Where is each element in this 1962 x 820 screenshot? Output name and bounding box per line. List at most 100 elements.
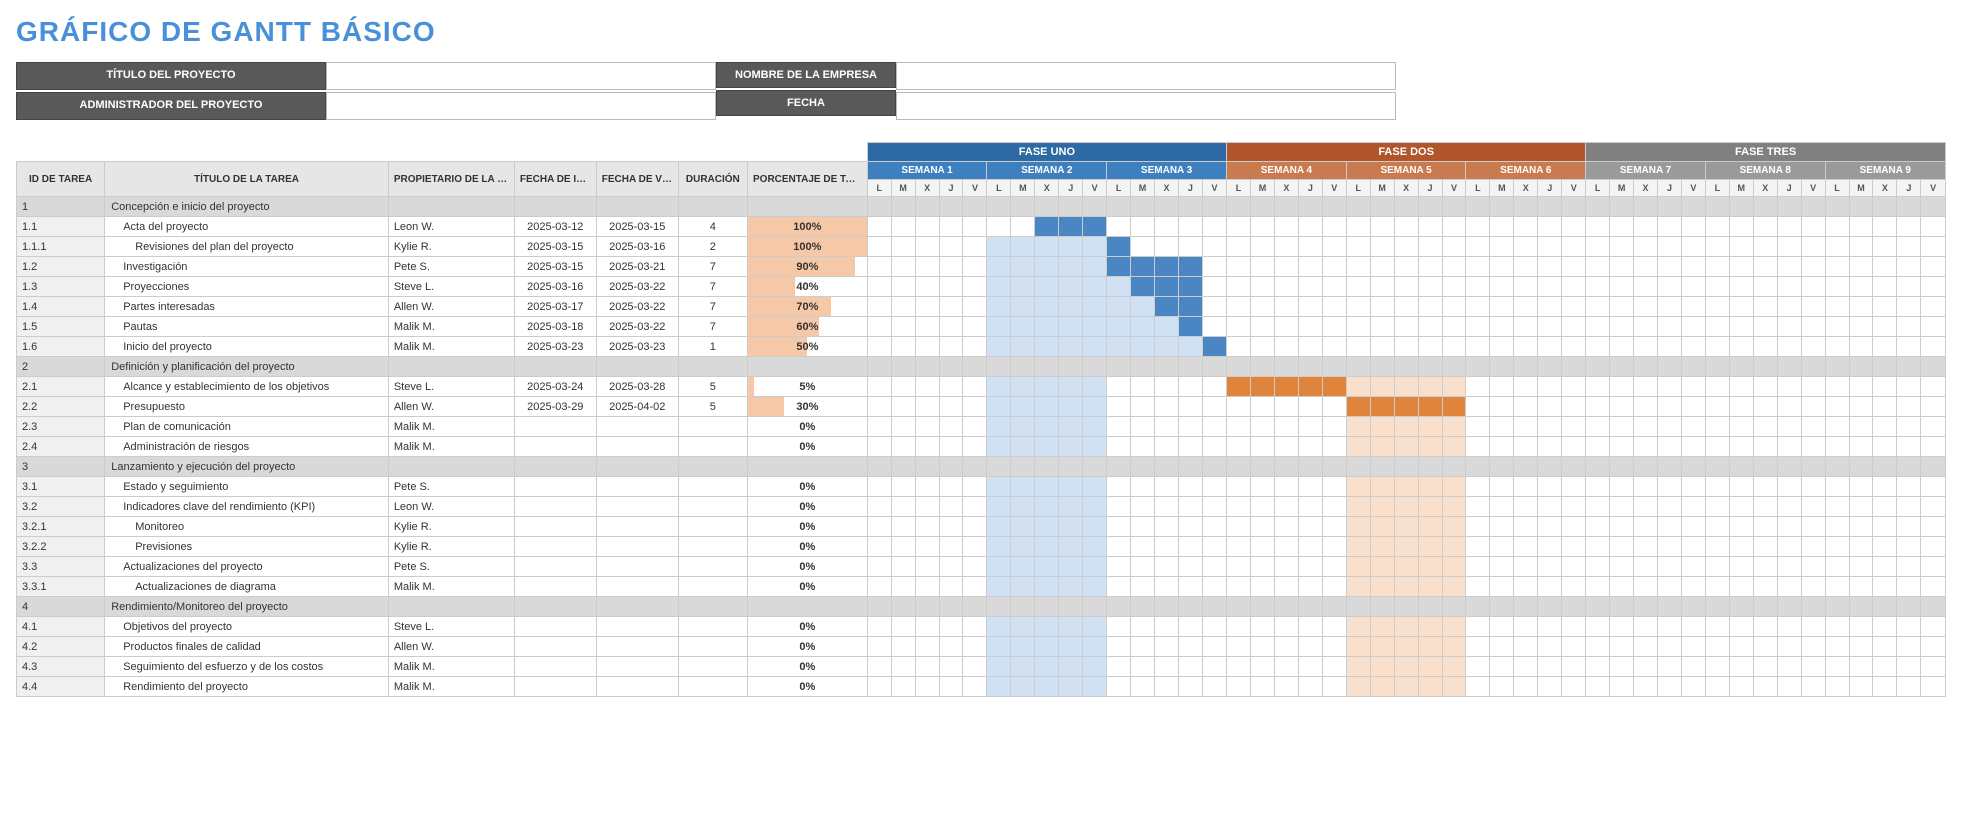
gantt-cell <box>1251 297 1275 317</box>
gantt-cell <box>1562 437 1586 457</box>
gantt-cell <box>1370 417 1394 437</box>
task-row[interactable]: 3.2.1MonitoreoKylie R.0% <box>17 517 1946 537</box>
date-input[interactable] <box>896 92 1396 120</box>
gantt-cell <box>1107 497 1131 517</box>
gantt-cell <box>867 517 891 537</box>
gantt-cell <box>1274 477 1298 497</box>
gantt-cell <box>1466 417 1490 437</box>
gantt-cell <box>1227 377 1251 397</box>
task-row[interactable]: 4.1Objetivos del proyectoSteve L.0% <box>17 617 1946 637</box>
gantt-cell <box>1514 257 1538 277</box>
gantt-cell <box>1777 237 1801 257</box>
gantt-cell <box>1131 417 1155 437</box>
gantt-cell <box>1514 497 1538 517</box>
gantt-cell <box>1370 657 1394 677</box>
gantt-cell <box>1418 517 1442 537</box>
gantt-cell <box>1202 537 1226 557</box>
gantt-cell <box>1083 497 1107 517</box>
task-row[interactable]: 1.5PautasMalik M.2025-03-182025-03-22760… <box>17 317 1946 337</box>
gantt-cell <box>1610 497 1634 517</box>
task-row[interactable]: 1.1Acta del proyectoLeon W.2025-03-12202… <box>17 217 1946 237</box>
task-row[interactable]: 3.3Actualizaciones del proyectoPete S.0% <box>17 557 1946 577</box>
gantt-cell <box>1777 677 1801 697</box>
section-row[interactable]: 4Rendimiento/Monitoreo del proyecto <box>17 597 1946 617</box>
task-row[interactable]: 1.4Partes interesadasAllen W.2025-03-172… <box>17 297 1946 317</box>
task-pct <box>748 597 868 617</box>
week-header: SEMANA 3 <box>1107 162 1227 180</box>
gantt-cell <box>1753 257 1777 277</box>
gantt-cell <box>1634 577 1658 597</box>
gantt-cell <box>1490 537 1514 557</box>
task-row[interactable]: 2.3Plan de comunicaciónMalik M.0% <box>17 417 1946 437</box>
task-row[interactable]: 4.4Rendimiento del proyectoMalik M.0% <box>17 677 1946 697</box>
gantt-cell <box>1514 437 1538 457</box>
task-row[interactable]: 2.1Alcance y establecimiento de los obje… <box>17 377 1946 397</box>
gantt-cell <box>1418 357 1442 377</box>
task-row[interactable]: 4.2Productos finales de calidadAllen W.0… <box>17 637 1946 657</box>
task-row[interactable]: 2.4Administración de riesgosMalik M.0% <box>17 437 1946 457</box>
gantt-cell <box>1298 277 1322 297</box>
gantt-cell <box>1035 637 1059 657</box>
gantt-cell <box>1035 257 1059 277</box>
section-row[interactable]: 2Definición y planificación del proyecto <box>17 357 1946 377</box>
gantt-cell <box>1251 397 1275 417</box>
gantt-cell <box>1586 597 1610 617</box>
gantt-cell <box>1801 477 1825 497</box>
gantt-cell <box>1681 237 1705 257</box>
gantt-cell <box>1777 397 1801 417</box>
gantt-cell <box>1514 477 1538 497</box>
gantt-cell <box>1274 297 1298 317</box>
task-row[interactable]: 2.2PresupuestoAllen W.2025-03-292025-04-… <box>17 397 1946 417</box>
gantt-cell <box>1322 277 1346 297</box>
gantt-cell <box>1131 617 1155 637</box>
task-row[interactable]: 4.3Seguimiento del esfuerzo y de los cos… <box>17 657 1946 677</box>
task-row[interactable]: 3.2.2PrevisionesKylie R.0% <box>17 537 1946 557</box>
project-title-input[interactable] <box>326 62 716 90</box>
gantt-cell <box>1370 517 1394 537</box>
gantt-cell <box>1586 477 1610 497</box>
task-row[interactable]: 1.2InvestigaciónPete S.2025-03-152025-03… <box>17 257 1946 277</box>
gantt-cell <box>1538 417 1562 437</box>
gantt-cell <box>1897 337 1921 357</box>
task-owner: Kylie R. <box>388 537 514 557</box>
gantt-cell <box>1705 617 1729 637</box>
gantt-cell <box>1562 597 1586 617</box>
gantt-cell <box>1322 297 1346 317</box>
task-row[interactable]: 1.6Inicio del proyectoMalik M.2025-03-23… <box>17 337 1946 357</box>
gantt-cell <box>1107 277 1131 297</box>
gantt-cell <box>1442 617 1466 637</box>
gantt-cell <box>1586 257 1610 277</box>
gantt-cell <box>1753 377 1777 397</box>
gantt-cell <box>1753 457 1777 477</box>
gantt-cell <box>1586 297 1610 317</box>
section-row[interactable]: 1Concepción e inicio del proyecto <box>17 197 1946 217</box>
gantt-cell <box>963 297 987 317</box>
gantt-cell <box>1418 617 1442 637</box>
column-header-owner: PROPIETARIO DE LA TAREA <box>388 162 514 197</box>
task-owner <box>388 357 514 377</box>
task-id: 1.4 <box>17 297 105 317</box>
gantt-cell <box>1154 277 1178 297</box>
gantt-cell <box>1227 457 1251 477</box>
task-row[interactable]: 3.1Estado y seguimientoPete S.0% <box>17 477 1946 497</box>
gantt-cell <box>891 257 915 277</box>
gantt-cell <box>1274 337 1298 357</box>
gantt-cell <box>1202 357 1226 377</box>
gantt-cell <box>1178 257 1202 277</box>
gantt-cell <box>1298 517 1322 537</box>
gantt-cell <box>1370 537 1394 557</box>
task-row[interactable]: 1.1.1Revisiones del plan del proyectoKyl… <box>17 237 1946 257</box>
gantt-cell <box>1011 497 1035 517</box>
gantt-cell <box>1035 577 1059 597</box>
gantt-cell <box>1777 637 1801 657</box>
project-manager-input[interactable] <box>326 92 716 120</box>
task-row[interactable]: 3.2Indicadores clave del rendimiento (KP… <box>17 497 1946 517</box>
task-row[interactable]: 3.3.1Actualizaciones de diagramaMalik M.… <box>17 577 1946 597</box>
gantt-cell <box>1418 257 1442 277</box>
gantt-cell <box>1322 357 1346 377</box>
section-row[interactable]: 3Lanzamiento y ejecución del proyecto <box>17 457 1946 477</box>
company-input[interactable] <box>896 62 1396 90</box>
task-row[interactable]: 1.3ProyeccionesSteve L.2025-03-162025-03… <box>17 277 1946 297</box>
gantt-cell <box>1322 557 1346 577</box>
gantt-cell <box>891 477 915 497</box>
